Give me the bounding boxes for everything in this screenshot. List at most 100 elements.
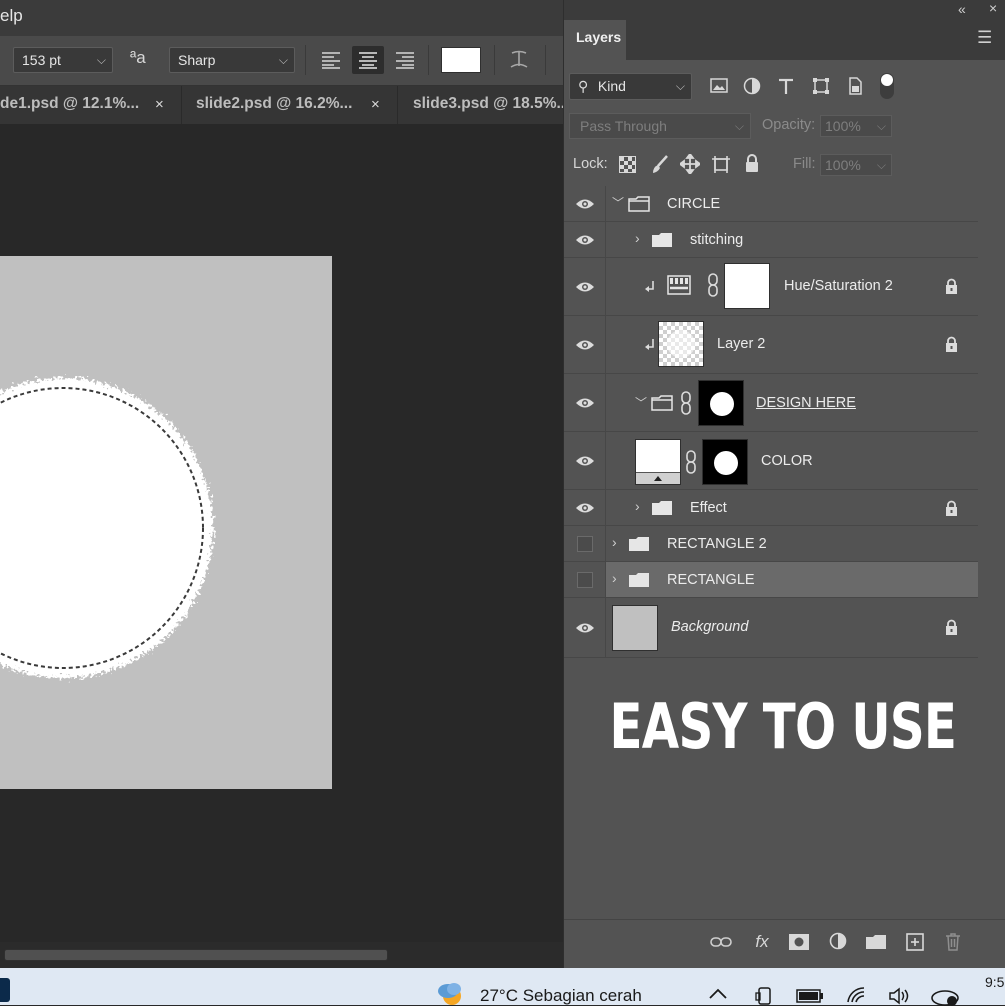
chevron-right-icon[interactable]: › [612,570,617,586]
fill-input[interactable]: 100% ⌵ [820,154,892,176]
eye-icon [575,235,594,244]
layer-row-effect[interactable]: › Effect [564,490,978,526]
layer-row-layer-2[interactable]: Layer 2 [564,316,978,374]
visibility-toggle[interactable] [564,316,606,373]
layer-mask-thumbnail[interactable] [698,380,744,426]
collapse-panel-icon[interactable]: « [958,1,966,17]
visibility-toggle[interactable] [564,186,606,221]
opacity-input[interactable]: 100% ⌵ [820,115,892,137]
panel-menu-icon[interactable]: ☰ [977,28,992,48]
warp-text-icon [510,50,528,68]
filter-shape-icon[interactable] [809,74,833,98]
filter-type-icon[interactable] [774,74,798,98]
layer-thumbnail[interactable] [658,321,704,367]
layer-row-color[interactable]: COLOR [564,432,978,490]
filter-smart-object-icon[interactable] [843,74,867,98]
onedrive-cloud-icon[interactable] [930,986,960,1006]
tab-layers[interactable]: Layers [564,20,626,60]
chevron-down-icon: ⌵ [675,79,685,93]
eye-icon [575,199,594,208]
scrollbar-thumb[interactable] [4,949,388,961]
fill-layer-thumbnail[interactable] [635,439,681,485]
layer-thumbnail[interactable] [612,605,658,651]
horizontal-scrollbar[interactable] [0,942,563,968]
visibility-toggle[interactable] [564,526,606,561]
text-color-swatch[interactable] [441,47,481,73]
visibility-toggle[interactable] [564,222,606,257]
chevron-right-icon[interactable]: › [612,534,617,550]
menu-help[interactable]: elp [0,6,23,26]
canvas-area[interactable] [0,124,563,942]
visibility-toggle[interactable] [564,432,606,489]
wifi-icon[interactable] [846,986,868,1004]
antialias-dropdown[interactable]: Sharp ⌵ [169,47,295,73]
layer-row-circle[interactable]: ﹀ CIRCLE [564,186,978,222]
fill-label: Fill: [793,156,816,172]
blend-mode-dropdown[interactable]: Pass Through ⌵ [569,113,751,139]
visibility-toggle[interactable] [564,490,606,525]
lock-pixels-brush-icon[interactable] [651,155,669,174]
layer-name: Hue/Saturation 2 [784,278,893,294]
filter-adjustment-icon[interactable] [740,74,764,98]
search-icon: ⚲ [578,78,589,94]
align-right-button[interactable] [389,46,421,74]
menu-bar: elp [0,0,563,36]
new-adjustment-layer-icon[interactable] [826,929,852,955]
layers-panel-footer: fx [564,919,1005,968]
visibility-toggle[interactable] [564,258,606,315]
chevron-right-icon[interactable]: › [635,498,640,514]
lock-transparent-icon[interactable] [619,156,636,173]
lock-icon [946,500,957,516]
chevron-up-icon[interactable] [708,988,728,999]
weather-text[interactable]: 27°C Sebagian cerah [480,986,642,1006]
layer-name: Effect [690,500,727,516]
filter-kind-value: Kind [597,78,626,94]
device-icon[interactable] [755,987,775,1005]
close-icon[interactable]: × [371,86,380,124]
chevron-down-icon[interactable]: ﹀ [612,194,624,211]
visibility-toggle[interactable] [564,598,606,657]
add-mask-icon[interactable] [786,929,812,955]
layer-mask-thumbnail[interactable] [724,263,770,309]
layer-mask-thumbnail[interactable] [702,439,748,485]
link-layers-icon[interactable] [708,929,734,955]
layer-row-design-here[interactable]: ﹀ DESIGN HERE [564,374,978,432]
close-icon[interactable]: × [155,86,164,124]
battery-icon[interactable] [796,989,824,1003]
layer-row-background[interactable]: Background [564,598,978,658]
layer-row-stitching[interactable]: › stitching [564,222,978,258]
lock-position-move-icon[interactable] [680,154,700,174]
delete-layer-icon[interactable] [940,929,966,955]
lock-artboard-icon[interactable] [711,155,731,174]
layer-row-rectangle-2[interactable]: › RECTANGLE 2 [564,526,978,562]
layer-row-rectangle[interactable]: › RECTANGLE [564,562,978,598]
filter-pixel-icon[interactable] [707,74,731,98]
lock-all-icon[interactable] [744,154,760,173]
align-left-button[interactable] [315,46,347,74]
new-layer-icon[interactable] [902,929,928,955]
volume-icon[interactable] [888,987,912,1005]
layer-style-fx-icon[interactable]: fx [749,929,775,955]
layer-row-hue-saturation-2[interactable]: Hue/Saturation 2 [564,258,978,316]
photoshop-taskbar-icon[interactable] [0,978,10,1002]
document-canvas[interactable] [0,256,332,789]
visibility-toggle[interactable] [564,562,606,597]
tab-slide3[interactable]: slide3.psd @ 18.5%... [413,86,563,124]
layers-vertical-scrollbar[interactable] [978,186,1005,919]
close-panel-icon[interactable]: × [989,0,997,16]
chevron-down-icon[interactable]: ﹀ [635,394,647,411]
visibility-toggle[interactable] [564,374,606,431]
align-center-button[interactable] [352,46,384,74]
filter-toggle-switch[interactable] [880,73,894,99]
filter-kind-dropdown[interactable]: ⚲ Kind ⌵ [569,73,692,100]
tab-slide1[interactable]: de1.psd @ 12.1%... [0,86,140,124]
layer-name: Layer 2 [717,336,766,352]
new-group-icon[interactable] [863,929,889,955]
align-right-icon [396,52,414,69]
warp-text-button[interactable] [503,46,535,74]
tab-slide2[interactable]: slide2.psd @ 16.2%... [196,86,354,124]
clock-time[interactable]: 9:5 [985,974,1004,990]
chevron-right-icon[interactable]: › [635,230,640,246]
font-size-dropdown[interactable]: 153 pt ⌵ [13,47,113,73]
weather-icon[interactable] [436,980,470,1005]
